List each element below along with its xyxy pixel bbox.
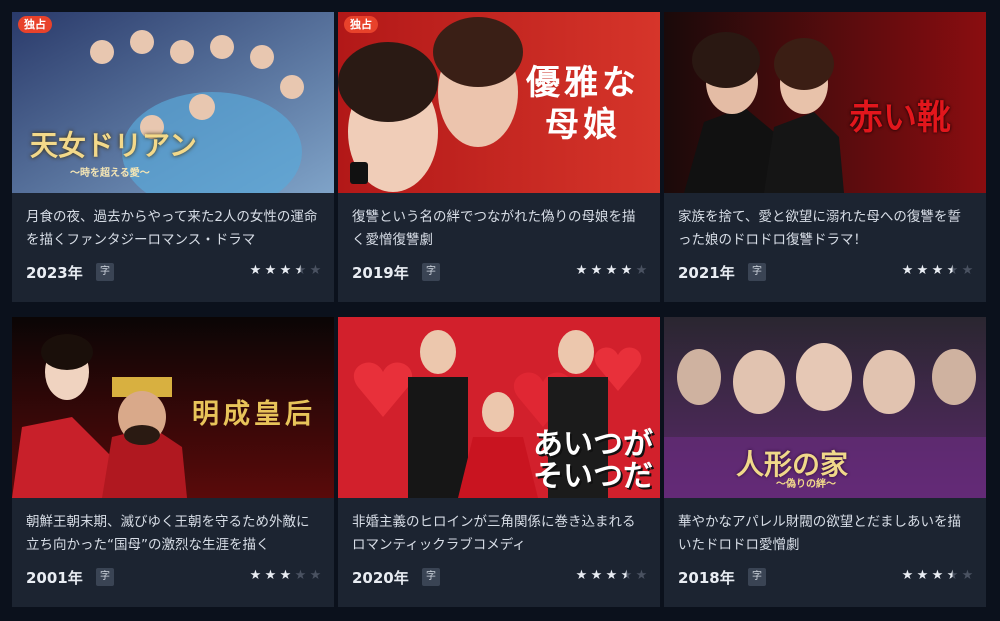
subtitle-badge: 字 xyxy=(422,263,440,281)
star-icon: ★ xyxy=(279,263,292,278)
title-card[interactable]: 独占 優雅な母娘 復讐という名の絆でつながれた偽りの母娘を描く愛憎復讐劇 201… xyxy=(338,12,660,302)
thumbnail-title: 優雅な母娘 xyxy=(526,63,640,145)
thumbnail-subtitle: 〜偽りの絆〜 xyxy=(776,479,836,490)
star-rating: ★ ★ ★ ★ ★ xyxy=(249,262,322,280)
release-year: 2019年 xyxy=(352,264,409,282)
subtitle-badge: 字 xyxy=(96,263,114,281)
star-rating: ★ ★ ★ ★ ★ xyxy=(901,567,974,585)
star-icon: ★ xyxy=(590,568,603,583)
star-icon: ★ xyxy=(294,568,307,583)
star-icon: ★ xyxy=(605,263,618,278)
star-icon: ★ xyxy=(620,568,633,583)
subtitle-badge: 字 xyxy=(748,568,766,586)
star-icon: ★ xyxy=(249,263,262,278)
star-icon: ★ xyxy=(279,568,292,583)
star-icon: ★ xyxy=(294,263,307,278)
thumbnail-title: あいつがそいつだ xyxy=(533,427,653,494)
description: 朝鮮王朝末期、滅びゆく王朝を守るため外敵に立ち向かった“国母”の激烈な生涯を描く xyxy=(26,514,310,553)
meta-row: 2023年 字 ★ ★ ★ ★ ★ xyxy=(26,262,322,282)
thumbnail[interactable]: 赤い靴 xyxy=(664,12,986,193)
title-card[interactable]: 人形の家 〜偽りの絆〜 華やかなアパレル財閥の欲望とだましあいを描いたドロドロ愛… xyxy=(664,317,986,607)
title-card[interactable]: 明成皇后 朝鮮王朝末期、滅びゆく王朝を守るため外敵に立ち向かった“国母”の激烈な… xyxy=(12,317,334,607)
star-icon: ★ xyxy=(931,263,944,278)
exclusive-badge: 独占 xyxy=(344,16,378,33)
star-icon: ★ xyxy=(901,263,914,278)
star-icon: ★ xyxy=(264,263,277,278)
description: 家族を捨て、愛と欲望に溺れた母への復讐を誓った娘のドロドロ復讐ドラマ！ xyxy=(678,209,961,248)
description: 復讐という名の絆でつながれた偽りの母娘を描く愛憎復讐劇 xyxy=(352,209,636,248)
star-icon: ★ xyxy=(309,568,322,583)
star-icon: ★ xyxy=(264,568,277,583)
thumbnail[interactable]: 人形の家 〜偽りの絆〜 xyxy=(664,317,986,498)
star-rating: ★ ★ ★ ★ ★ xyxy=(575,262,648,280)
star-icon: ★ xyxy=(946,263,959,278)
release-year: 2023年 xyxy=(26,264,83,282)
title-grid: 独占 天女ドリアン 〜時を超える愛〜 月食の夜、過去からやって来た2人の女性の運… xyxy=(12,12,986,607)
description: 月食の夜、過去からやって来た2人の女性の運命を描くファンタジーロマンス・ドラマ xyxy=(26,209,318,248)
thumbnail[interactable]: 明成皇后 xyxy=(12,317,334,498)
release-year: 2001年 xyxy=(26,569,83,587)
release-year: 2018年 xyxy=(678,569,735,587)
exclusive-badge: 独占 xyxy=(18,16,52,33)
thumbnail-art xyxy=(12,12,334,193)
subtitle-badge: 字 xyxy=(96,568,114,586)
thumbnail[interactable]: 独占 天女ドリアン 〜時を超える愛〜 xyxy=(12,12,334,193)
star-icon: ★ xyxy=(931,568,944,583)
release-year: 2020年 xyxy=(352,569,409,587)
star-icon: ★ xyxy=(575,568,588,583)
meta-row: 2019年 字 ★ ★ ★ ★ ★ xyxy=(352,262,648,282)
star-icon: ★ xyxy=(916,568,929,583)
thumbnail-title: 天女ドリアン xyxy=(30,129,197,162)
meta-row: 2021年 字 ★ ★ ★ ★ ★ xyxy=(678,262,974,282)
star-icon: ★ xyxy=(635,568,648,583)
thumbnail-title: 明成皇后 xyxy=(192,399,316,430)
star-icon: ★ xyxy=(309,263,322,278)
meta-row: 2018年 字 ★ ★ ★ ★ ★ xyxy=(678,567,974,587)
title-card[interactable]: 赤い靴 家族を捨て、愛と欲望に溺れた母への復讐を誓った娘のドロドロ復讐ドラマ！ … xyxy=(664,12,986,302)
subtitle-badge: 字 xyxy=(748,263,766,281)
star-icon: ★ xyxy=(901,568,914,583)
subtitle-badge: 字 xyxy=(422,568,440,586)
title-card[interactable]: あいつがそいつだ 非婚主義のヒロインが三角関係に巻き込まれるロマンティックラブコ… xyxy=(338,317,660,607)
title-card[interactable]: 独占 天女ドリアン 〜時を超える愛〜 月食の夜、過去からやって来た2人の女性の運… xyxy=(12,12,334,302)
description: 華やかなアパレル財閥の欲望とだましあいを描いたドロドロ愛憎劇 xyxy=(678,514,961,553)
star-rating: ★ ★ ★ ★ ★ xyxy=(901,262,974,280)
star-icon: ★ xyxy=(575,263,588,278)
star-icon: ★ xyxy=(946,568,959,583)
star-rating: ★ ★ ★ ★ ★ xyxy=(575,567,648,585)
thumbnail[interactable]: 独占 優雅な母娘 xyxy=(338,12,660,193)
star-icon: ★ xyxy=(961,568,974,583)
star-icon: ★ xyxy=(635,263,648,278)
meta-row: 2020年 字 ★ ★ ★ ★ ★ xyxy=(352,567,648,587)
star-icon: ★ xyxy=(620,263,633,278)
star-icon: ★ xyxy=(590,263,603,278)
star-rating: ★ ★ ★ ★ ★ xyxy=(249,567,322,585)
star-icon: ★ xyxy=(605,568,618,583)
description: 非婚主義のヒロインが三角関係に巻き込まれるロマンティックラブコメディ xyxy=(352,514,636,553)
release-year: 2021年 xyxy=(678,264,735,282)
star-icon: ★ xyxy=(249,568,262,583)
star-icon: ★ xyxy=(916,263,929,278)
thumbnail[interactable]: あいつがそいつだ xyxy=(338,317,660,498)
thumbnail-subtitle: 〜時を超える愛〜 xyxy=(70,168,150,179)
thumbnail-title: 赤い靴 xyxy=(849,98,951,138)
star-icon: ★ xyxy=(961,263,974,278)
meta-row: 2001年 字 ★ ★ ★ ★ ★ xyxy=(26,567,322,587)
